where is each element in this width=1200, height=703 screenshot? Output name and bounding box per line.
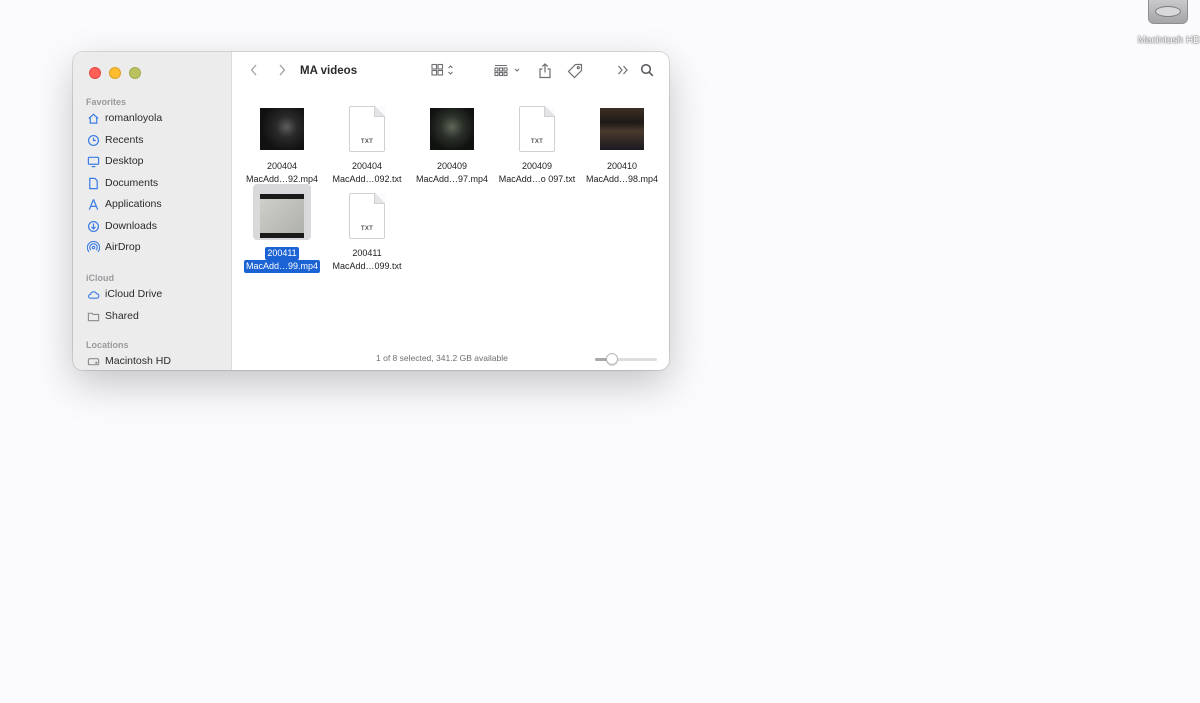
window-title: MA videos [300,65,358,77]
hard-drive-icon [1148,0,1188,24]
sidebar-section-favorites: Favorites [86,97,127,107]
airdrop-icon [87,240,100,254]
file-name-line1: 200409 [521,161,553,171]
finder-window: Favorites romanloyola Recents Desktop Do… [73,52,669,370]
tag-button[interactable] [567,63,583,79]
file-name-line1: 200409 [436,161,468,171]
sidebar-item-icloud-drive[interactable]: iCloud Drive [87,285,162,303]
sidebar-section-locations: Locations [86,340,129,350]
file-grid: 200404 MacAdd…92.mp4 TXT 200404 MacAdd…0… [233,92,669,348]
sidebar-section-icloud: iCloud [86,273,114,283]
file-item[interactable]: TXT 200411 MacAdd…099.txt [324,184,410,271]
view-mode-button[interactable] [431,63,459,77]
sidebar-item-label: Downloads [105,220,157,232]
document-icon [87,177,100,190]
sidebar-item-label: Macintosh HD [105,355,171,367]
share-button[interactable] [538,63,552,79]
video-thumbnail [600,108,644,150]
disk-icon [87,355,100,368]
file-name-line2: MacAdd…98.mp4 [585,174,659,184]
file-item[interactable]: 200410 MacAdd…98.mp4 [579,97,665,184]
minimize-button[interactable] [109,67,121,79]
sidebar-item-applications[interactable]: Applications [87,195,162,213]
sidebar-item-downloads[interactable]: Downloads [87,217,157,235]
file-type-badge: TXT [360,226,374,232]
file-name-line1: 200410 [606,161,638,171]
text-file-icon: TXT [349,106,385,152]
group-grid-icon [494,64,520,77]
cloud-icon [87,288,100,301]
sidebar-item-macintosh-hd[interactable]: Macintosh HD [87,352,171,370]
file-name-line1: 200404 [351,161,383,171]
chevron-right-icon [279,64,286,76]
forward-button[interactable] [277,63,287,77]
sidebar-item-desktop[interactable]: Desktop [87,152,144,170]
download-icon [87,220,100,233]
sidebar-item-home[interactable]: romanloyola [87,109,162,127]
text-file-icon: TXT [349,193,385,239]
sidebar-item-label: Documents [105,177,159,189]
status-text: 1 of 8 selected, 341.2 GB available [376,353,508,363]
file-name-line2: MacAdd…99.mp4 [243,260,321,273]
file-item[interactable]: TXT 200404 MacAdd…092.txt [324,97,410,184]
file-name-line2: MacAdd…099.txt [332,261,402,271]
applications-icon [87,198,100,211]
chevron-left-icon [250,64,257,76]
desktop-macintosh-hd[interactable]: Macintosh HD [1132,0,1200,48]
sidebar-item-label: Desktop [105,155,144,167]
file-name-line2: MacAdd…o 097.txt [498,174,576,184]
icon-grid-icon [431,63,453,76]
tag-icon [567,63,583,79]
file-type-badge: TXT [360,139,374,145]
home-icon [87,112,100,125]
zoom-button[interactable] [129,67,141,79]
sidebar-item-documents[interactable]: Documents [87,174,158,192]
clock-icon [87,134,100,147]
sidebar-item-label: romanloyola [105,112,163,124]
double-chevron-icon [618,65,628,75]
window-controls [89,67,141,79]
status-bar: 1 of 8 selected, 341.2 GB available [233,348,669,370]
file-item[interactable]: TXT 200409 MacAdd…o 097.txt [494,97,580,184]
sidebar-item-label: AirDrop [105,241,141,253]
sidebar: Favorites romanloyola Recents Desktop Do… [73,52,232,370]
video-thumbnail [430,108,474,150]
desktop-drive-label: Macintosh HD [1137,35,1200,46]
shared-folder-icon [87,310,100,323]
text-file-icon: TXT [519,106,555,152]
file-name-line1: 200404 [266,161,298,171]
group-by-button[interactable] [494,63,524,77]
back-button[interactable] [249,63,259,77]
share-icon [539,63,551,79]
sidebar-item-recents[interactable]: Recents [87,131,144,149]
toolbar: MA videos [233,52,669,92]
sidebar-item-shared[interactable]: Shared [87,307,139,325]
file-item-selected[interactable]: 200411 MacAdd…99.mp4 [239,184,325,273]
file-name-line2: MacAdd…97.mp4 [415,174,489,184]
file-name-line1: 200411 [265,247,299,260]
file-type-badge: TXT [530,139,544,145]
file-name-line1: 200411 [352,248,382,258]
search-icon [640,63,654,77]
sidebar-item-airdrop[interactable]: AirDrop [87,238,141,256]
icon-size-slider-knob[interactable] [606,353,618,365]
file-item[interactable]: 200409 MacAdd…97.mp4 [409,97,495,184]
sidebar-item-label: Applications [105,198,162,210]
file-item[interactable]: 200404 MacAdd…92.mp4 [239,97,325,184]
video-thumbnail [260,194,304,238]
desktop-icon [87,155,100,168]
sidebar-item-label: Recents [105,134,144,146]
video-thumbnail [260,108,304,150]
sidebar-item-label: Shared [105,310,139,322]
search-button[interactable] [640,63,654,77]
close-button[interactable] [89,67,101,79]
sidebar-item-label: iCloud Drive [105,288,163,300]
more-toolbar-button[interactable] [617,63,629,77]
